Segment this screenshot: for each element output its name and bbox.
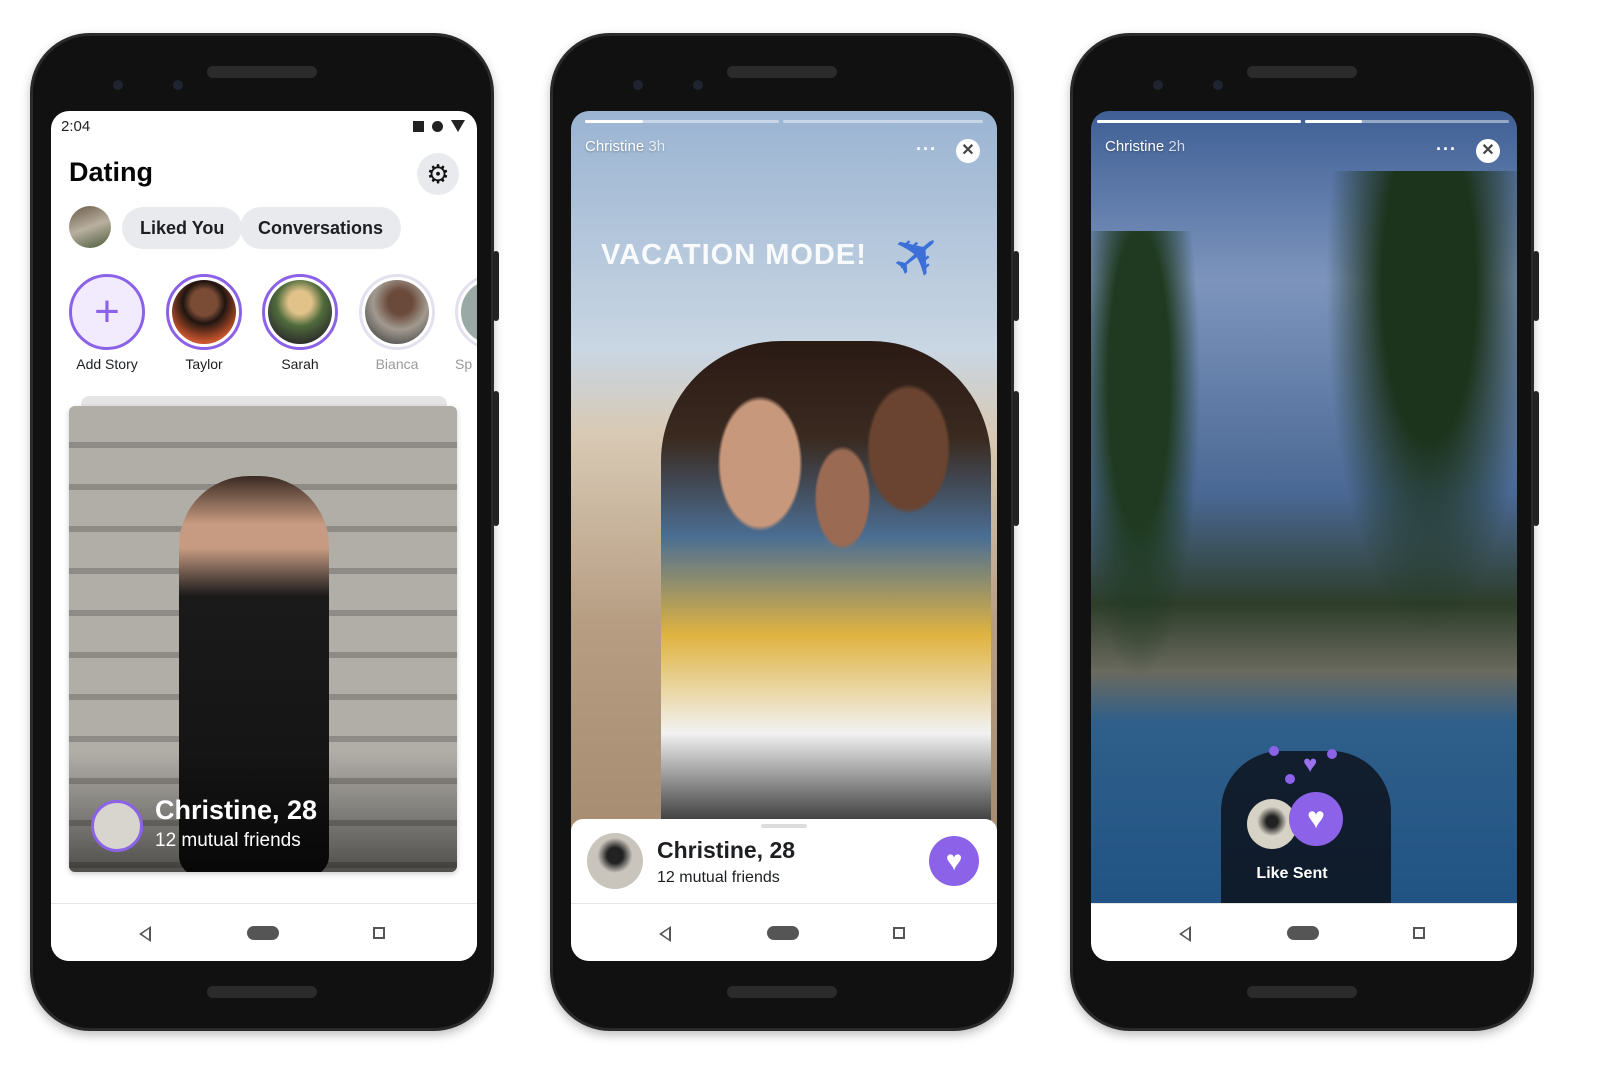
- mutual-friends: 12 mutual friends: [155, 830, 301, 851]
- android-nav-bar: [1091, 903, 1517, 961]
- heart-icon: ♥: [1303, 751, 1318, 778]
- plus-icon: +: [69, 274, 145, 350]
- volume-button: [1533, 391, 1539, 526]
- avatar: [365, 280, 429, 344]
- story-photo: [661, 341, 991, 831]
- back-icon[interactable]: [659, 926, 671, 942]
- heart-icon: ♥: [1289, 792, 1343, 846]
- story-age: 2h: [1168, 138, 1186, 155]
- profile-card[interactable]: Christine, 28 12 mutual friends: [69, 406, 457, 872]
- screen: Christine 3h ··· ✕ VACATION MODE! ✈ Chri…: [571, 111, 997, 961]
- back-icon[interactable]: [1179, 926, 1191, 942]
- palm-trees: [1297, 171, 1517, 731]
- story-progress: [585, 120, 779, 123]
- profile-name: Christine, 28: [155, 795, 318, 825]
- sparkle: [1327, 749, 1337, 759]
- profile-name: Christine, 28: [657, 837, 796, 863]
- story-progress: [1097, 120, 1301, 123]
- phone-dating-home: 2:04 Dating ⚙ Liked You Conversations + …: [30, 33, 499, 1031]
- camera: [693, 80, 703, 90]
- power-button: [1533, 251, 1539, 321]
- phone-like-sent: Christine 2h ··· ✕ ♥ ♥ Like Sent: [1070, 33, 1539, 1031]
- sparkle: [1285, 774, 1295, 784]
- avatar: [268, 280, 332, 344]
- power-button: [493, 251, 499, 321]
- story-header: Christine 3h: [585, 138, 665, 155]
- camera: [173, 80, 183, 90]
- close-icon[interactable]: ✕: [1476, 139, 1500, 163]
- story-label: Bianca: [375, 356, 419, 372]
- story-bianca[interactable]: Bianca: [357, 274, 437, 372]
- profile-sheet[interactable]: Christine, 28 12 mutual friends ♥: [571, 819, 997, 903]
- avatar: [587, 833, 643, 889]
- airplane-icon: ✈: [877, 213, 959, 298]
- phone-story-view: Christine 3h ··· ✕ VACATION MODE! ✈ Chri…: [550, 33, 1019, 1031]
- story-header: Christine 2h: [1105, 138, 1185, 155]
- volume-button: [1013, 391, 1019, 526]
- story-label: Sp: [455, 356, 473, 372]
- avatar: [172, 280, 236, 344]
- story-progress: [783, 120, 983, 123]
- story-age: 3h: [648, 138, 666, 155]
- page-title: Dating: [69, 157, 153, 187]
- tab-conversations[interactable]: Conversations: [240, 207, 402, 249]
- speaker: [1247, 66, 1357, 78]
- notification-icon: [413, 120, 424, 132]
- android-nav-bar: [51, 903, 477, 961]
- tab-liked-you[interactable]: Liked You: [122, 207, 243, 249]
- speaker: [207, 66, 317, 78]
- story-overlay-text: VACATION MODE!: [601, 239, 867, 271]
- gear-icon[interactable]: ⚙: [417, 153, 459, 195]
- profile-avatar[interactable]: [69, 206, 111, 248]
- android-nav-bar: [571, 903, 997, 961]
- status-icons: [413, 120, 465, 132]
- add-story-button[interactable]: + Add Story: [67, 274, 147, 372]
- story-progress: [1305, 120, 1509, 123]
- home-icon[interactable]: [767, 926, 799, 940]
- story-user: Christine: [1105, 138, 1165, 155]
- story-sarah[interactable]: Sarah: [260, 274, 340, 372]
- drag-handle[interactable]: [761, 824, 807, 828]
- power-button: [1013, 251, 1019, 321]
- wifi-icon: [451, 120, 465, 132]
- volume-button: [493, 391, 499, 526]
- story-taylor[interactable]: Taylor: [164, 274, 244, 372]
- story-label: Add Story: [76, 356, 138, 372]
- heart-icon[interactable]: ♥: [929, 836, 979, 886]
- recents-icon[interactable]: [1413, 927, 1425, 939]
- camera: [1153, 80, 1163, 90]
- speaker: [727, 66, 837, 78]
- story-label: Sarah: [281, 356, 319, 372]
- speaker: [1247, 986, 1357, 998]
- close-icon[interactable]: ✕: [956, 139, 980, 163]
- recents-icon[interactable]: [373, 927, 385, 939]
- home-icon[interactable]: [247, 926, 279, 940]
- recents-icon[interactable]: [893, 927, 905, 939]
- camera: [113, 80, 123, 90]
- screen: Christine 2h ··· ✕ ♥ ♥ Like Sent: [1091, 111, 1517, 961]
- more-icon[interactable]: ···: [1436, 139, 1457, 160]
- story-user: Christine: [585, 138, 645, 155]
- mutual-friends: 12 mutual friends: [657, 869, 780, 886]
- screen: 2:04 Dating ⚙ Liked You Conversations + …: [51, 111, 477, 961]
- avatar: [461, 280, 477, 344]
- status-time: 2:04: [61, 118, 91, 135]
- signal-icon: [432, 120, 443, 132]
- card-stack: [81, 396, 447, 406]
- sparkle: [1269, 746, 1279, 756]
- back-icon[interactable]: [139, 926, 151, 942]
- speaker: [727, 986, 837, 998]
- story-label: Taylor: [185, 356, 223, 372]
- home-icon[interactable]: [1287, 926, 1319, 940]
- more-icon[interactable]: ···: [916, 139, 937, 160]
- speaker: [207, 986, 317, 998]
- like-sent-label: Like Sent: [1256, 865, 1328, 882]
- story-partial[interactable]: Sp: [455, 274, 477, 372]
- palm-trees: [1091, 231, 1211, 731]
- camera: [633, 80, 643, 90]
- avatar: [91, 800, 143, 852]
- camera: [1213, 80, 1223, 90]
